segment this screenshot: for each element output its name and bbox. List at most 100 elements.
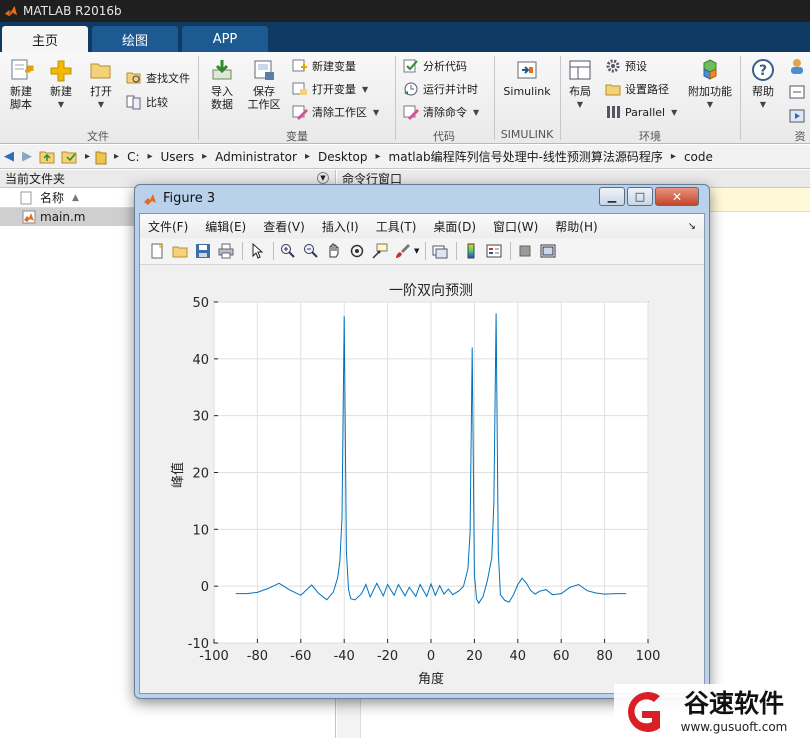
clear-workspace-button[interactable]: 清除工作区 ▼ [292, 102, 379, 122]
open-variable-button[interactable]: 打开变量 ▼ [292, 79, 368, 99]
save-icon[interactable] [194, 242, 212, 260]
x-tick-label: 20 [466, 649, 483, 664]
menu-window[interactable]: 窗口(W) [493, 218, 538, 235]
zoom-in-icon[interactable] [279, 242, 297, 260]
open-file-icon[interactable] [171, 242, 189, 260]
ribbon-tab-bar: 主页 绘图 APP [0, 22, 810, 52]
svg-text:?: ? [759, 63, 767, 79]
minimize-button[interactable]: ▁ [599, 187, 625, 206]
breadcrumb-segment[interactable]: matlab编程阵列信号处理中-线性预测算法源码程序 [386, 148, 666, 165]
save-workspace-button[interactable]: 保存 工作区 [246, 58, 282, 111]
tab-home[interactable]: 主页 [2, 26, 88, 52]
simulink-label: Simulink [503, 85, 551, 98]
addons-button[interactable]: 附加功能 ▼ [686, 58, 734, 111]
figure-window[interactable]: Figure 3 ▁ □ ✕ 文件(F) 编辑(E) 查看(V) 插入(I) 工… [134, 184, 710, 699]
parallel-button[interactable]: Parallel ▼ [605, 102, 677, 122]
layout-button[interactable]: 布局 ▼ [565, 58, 595, 111]
menu-insert[interactable]: 插入(I) [322, 218, 359, 235]
menu-view[interactable]: 查看(V) [263, 218, 305, 235]
dock-arrow-icon[interactable]: ↘ [688, 221, 696, 232]
open-variable-dropdown-icon[interactable]: ▼ [362, 85, 368, 94]
data-cursor-icon[interactable] [371, 242, 389, 260]
back-arrow-icon[interactable]: ◀ [0, 148, 18, 166]
menu-help[interactable]: 帮助(H) [555, 218, 597, 235]
up-folder-icon[interactable] [39, 150, 55, 164]
request-support-icon[interactable] [788, 84, 806, 100]
new-script-button[interactable]: 新建 脚本 [6, 58, 36, 111]
brush-dropdown-icon[interactable]: ▼ [414, 247, 419, 255]
menu-edit[interactable]: 编辑(E) [205, 218, 246, 235]
breadcrumb-segment[interactable]: code [681, 150, 716, 164]
find-files-button[interactable]: 查找文件 [126, 68, 190, 88]
forward-arrow-icon[interactable]: ▶ [18, 148, 36, 166]
breadcrumb-segment[interactable]: Desktop [315, 150, 371, 164]
new-figure-icon[interactable] [148, 242, 166, 260]
clear-commands-dropdown-icon[interactable]: ▼ [473, 108, 479, 117]
panel-actions-icon[interactable]: ▼ [317, 172, 329, 184]
print-icon[interactable] [217, 242, 235, 260]
rotate-icon[interactable] [348, 242, 366, 260]
import-data-button[interactable]: 导入 数据 [206, 58, 238, 111]
open-dropdown-icon[interactable]: ▼ [98, 98, 104, 111]
parallel-dropdown-icon[interactable]: ▼ [671, 108, 677, 117]
clear-workspace-dropdown-icon[interactable]: ▼ [373, 108, 379, 117]
clear-commands-button[interactable]: 清除命令 ▼ [403, 102, 479, 122]
breadcrumb-segment[interactable]: Users [158, 150, 198, 164]
help-dropdown-icon[interactable]: ▼ [760, 98, 766, 111]
set-path-button[interactable]: 设置路径 [605, 79, 669, 99]
set-path-icon [605, 84, 621, 96]
matlab-logo-icon [4, 5, 18, 17]
close-icon: ✕ [671, 189, 683, 204]
path-separator: ▸ [114, 151, 120, 162]
compare-icon [126, 95, 141, 110]
show-plot-tools-icon[interactable] [539, 242, 557, 260]
new-script-label: 新建 脚本 [10, 85, 32, 111]
run-and-time-button[interactable]: 运行并计时 [403, 79, 478, 99]
plot-area[interactable]: -100 -80 -60 -40 -20 0 20 40 60 80 100-10010203040… [140, 265, 704, 693]
y-axis-label: 峰值 [170, 462, 186, 488]
x-tick-label: -80 [247, 649, 268, 664]
x-tick-label: 0 [427, 649, 435, 664]
new-variable-button[interactable]: 新建变量 [292, 56, 356, 76]
current-folder-title: 当前文件夹 [5, 172, 66, 186]
addons-dropdown-icon[interactable]: ▼ [707, 98, 713, 111]
analyze-code-icon [403, 59, 418, 73]
compare-button[interactable]: 比较 [126, 92, 168, 112]
breadcrumb-segment[interactable]: C: [124, 150, 142, 164]
pointer-icon[interactable] [248, 242, 266, 260]
clear-commands-label: 清除命令 [423, 106, 467, 119]
colorbar-icon[interactable] [462, 242, 480, 260]
path-separator: ▸ [202, 151, 208, 162]
community-icon[interactable] [788, 58, 806, 74]
ribbon: 新建 脚本 新建 ▼ 打开 ▼ 查找文件 比较 文件 导入 数据 保存 工作区 … [0, 52, 810, 144]
open-button[interactable]: 打开 ▼ [86, 58, 116, 111]
file-group-label: 文件 [87, 130, 109, 143]
preferences-button[interactable]: 预设 [605, 56, 647, 76]
pan-icon[interactable] [325, 242, 343, 260]
run-and-time-icon [404, 82, 418, 96]
zoom-out-icon[interactable] [302, 242, 320, 260]
simulink-icon [517, 61, 537, 79]
breadcrumb-segment[interactable]: Administrator [212, 150, 300, 164]
path-separator: ▸ [147, 151, 153, 162]
browse-folder-icon[interactable] [61, 150, 77, 164]
close-button[interactable]: ✕ [655, 187, 699, 206]
learn-matlab-icon[interactable] [788, 108, 806, 124]
maximize-button[interactable]: □ [627, 187, 653, 206]
new-dropdown-icon[interactable]: ▼ [58, 98, 64, 111]
new-button[interactable]: 新建 ▼ [46, 58, 76, 111]
hide-plot-tools-icon[interactable] [516, 242, 534, 260]
tab-apps[interactable]: APP [182, 26, 268, 52]
menu-tools[interactable]: 工具(T) [376, 218, 417, 235]
legend-icon[interactable] [485, 242, 503, 260]
tab-plots[interactable]: 绘图 [92, 26, 178, 52]
menu-desktop[interactable]: 桌面(D) [433, 218, 476, 235]
menu-file[interactable]: 文件(F) [148, 218, 188, 235]
run-and-time-label: 运行并计时 [423, 83, 478, 96]
layout-dropdown-icon[interactable]: ▼ [577, 98, 583, 111]
help-button[interactable]: ? 帮助 ▼ [748, 58, 778, 111]
brush-icon[interactable] [394, 242, 412, 260]
link-plot-icon[interactable] [431, 242, 449, 260]
simulink-button[interactable]: Simulink [500, 58, 554, 98]
analyze-code-button[interactable]: 分析代码 [403, 56, 467, 76]
